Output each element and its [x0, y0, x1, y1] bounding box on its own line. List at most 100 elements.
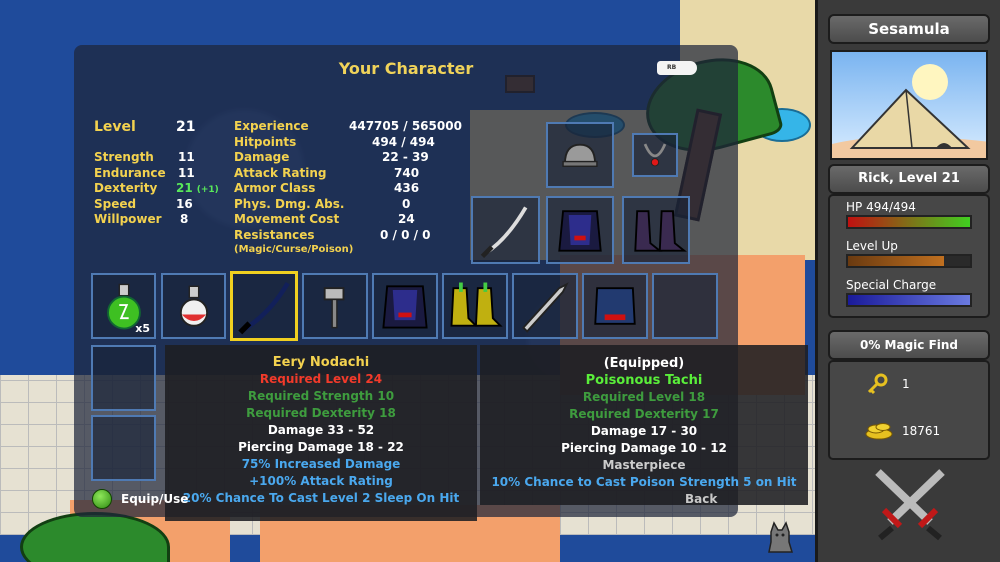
attr-label-endurance: Endurance: [94, 166, 166, 180]
level-up-label: Level Up: [846, 239, 898, 253]
tooltip-equipped-damage: Damage 17 - 30: [590, 424, 698, 438]
attr-value-speed: 16: [176, 197, 193, 211]
hp-label: HP 494/494: [846, 200, 916, 214]
key-icon: [866, 372, 890, 396]
sword-icon: [522, 282, 569, 333]
level-label: Level: [94, 119, 136, 135]
helmet-icon: [562, 143, 598, 167]
cat-icon: [766, 520, 794, 554]
stat-value-damage: 22 - 39: [382, 150, 429, 164]
tooltip-equipped-piercing: Piercing Damage 10 - 12: [561, 441, 727, 455]
resources-panel: [828, 360, 990, 460]
a-button-icon: [92, 489, 112, 509]
inventory-slot-6[interactable]: [442, 273, 508, 339]
stat-value-resistances: 0 / 0 / 0: [380, 228, 431, 242]
stat-label-damage: Damage: [234, 150, 290, 164]
stat-label-experience: Experience: [234, 119, 309, 133]
tachi-icon: [480, 206, 528, 259]
tooltip-req-str: Required Strength 10: [247, 389, 395, 403]
equip-slot-helmet[interactable]: [546, 122, 614, 188]
crossed-swords-icon: [870, 464, 950, 542]
attr-label-strength: Strength: [94, 150, 154, 164]
stat-label-movement-cost: Movement Cost: [234, 212, 340, 226]
boots-icon: [634, 210, 687, 252]
magic-find: 0% Magic Find: [828, 330, 990, 360]
inventory-slot-9[interactable]: [652, 273, 718, 339]
rb-button-icon: RB: [657, 61, 697, 75]
gold-boots-icon: [450, 282, 503, 327]
attr-label-speed: Speed: [94, 197, 137, 211]
special-charge-label: Special Charge: [846, 278, 937, 292]
level-up-bar: [846, 254, 972, 268]
inventory-slot-5[interactable]: [372, 273, 438, 339]
equip-use-hint[interactable]: Equip/Use: [121, 492, 188, 506]
attr-value-endurance: 11: [178, 166, 195, 180]
attr-value-willpower: 8: [180, 212, 189, 226]
stat-label-resistances: Resistances: [234, 228, 315, 242]
page-title: Your Character: [338, 59, 474, 78]
character-name-level: Rick, Level 21: [828, 164, 990, 194]
stat-label-armor-class: Armor Class: [234, 181, 316, 195]
equip-slot-armor[interactable]: [546, 196, 614, 264]
tooltip-piercing: Piercing Damage 18 - 22: [238, 440, 404, 454]
inventory-slot-10[interactable]: [91, 345, 156, 411]
special-charge-bar: [846, 293, 972, 307]
tooltip-req-dex: Required Dexterity 18: [246, 406, 396, 420]
stat-label-phys-abs: Phys. Dmg. Abs.: [234, 197, 345, 211]
attr-value-strength: 11: [178, 150, 195, 164]
red-potion-icon: [179, 285, 209, 327]
tooltip-equipped-req-level: Required Level 18: [582, 390, 706, 404]
stat-label-attack-rating: Attack Rating: [234, 166, 327, 180]
attr-label-willpower: Willpower: [94, 212, 162, 226]
equip-slot-weapon[interactable]: [471, 196, 540, 264]
resistances-sub-label: (Magic/Curse/Poison): [234, 244, 354, 255]
attr-value-dexterity: 21 (+1): [176, 181, 219, 195]
stat-value-armor-class: 436: [394, 181, 420, 195]
nodachi-icon: [238, 282, 290, 335]
tooltip-equipped-item: (Equipped) Poisonous Tachi Required Leve…: [480, 345, 808, 505]
tooltip-mod-3: 20% Chance To Cast Level 2 Sleep On Hit: [182, 491, 460, 505]
tooltip-equipped-req-dex: Required Dexterity 17: [569, 407, 719, 421]
tooltip-mod-2: +100% Attack Rating: [249, 474, 393, 488]
inventory-slot-2[interactable]: [161, 273, 226, 339]
hammer-icon: [323, 287, 345, 329]
tooltip-mod-1: 75% Increased Damage: [241, 457, 401, 471]
key-count: 1: [902, 377, 910, 391]
stat-value-movement-cost: 24: [398, 212, 415, 226]
inventory-slot-1[interactable]: x5: [91, 273, 156, 339]
pyramid-portrait-icon: [832, 64, 986, 158]
hp-bar: [846, 215, 972, 229]
potion-quantity: x5: [135, 322, 150, 335]
stat-value-phys-abs: 0: [402, 197, 411, 211]
stat-value-attack-rating: 740: [394, 166, 420, 180]
dark-armor-icon: [382, 285, 428, 329]
inventory-slot-4[interactable]: [302, 273, 368, 339]
equip-slot-amulet[interactable]: [632, 133, 678, 177]
tooltip-equipped-name: Poisonous Tachi: [585, 373, 703, 388]
gold-amount: 18761: [902, 424, 941, 438]
character-portrait: [830, 50, 988, 160]
inventory-slot-8[interactable]: [582, 273, 648, 339]
player-sidebar: Sesamula Rick, Level 21 HP 494/494 Level…: [815, 0, 1000, 562]
inventory-slot-3-selected[interactable]: [230, 271, 298, 341]
armor-icon: [558, 210, 602, 252]
tooltip-equipped-quality: Masterpiece: [602, 458, 686, 472]
dexterity-bonus: (+1): [196, 185, 219, 195]
inventory-slot-19[interactable]: [91, 415, 156, 481]
inventory-slot-7[interactable]: [512, 273, 578, 339]
tooltip-req-level: Required Level 24: [259, 372, 383, 386]
tooltip-item-name: Eery Nodachi: [272, 355, 370, 370]
stat-value-experience: 447705 / 565000: [349, 119, 462, 133]
attr-label-dexterity: Dexterity: [94, 181, 158, 195]
player-name: Sesamula: [828, 14, 990, 44]
stat-value-hitpoints: 494 / 494: [372, 135, 435, 149]
tooltip-equipped-mod-1: 10% Chance to Cast Poison Strength 5 on …: [491, 475, 797, 489]
tooltip-damage: Damage 33 - 52: [267, 423, 375, 437]
gold-coins-icon: [864, 420, 894, 440]
equip-slot-boots[interactable]: [622, 196, 690, 264]
amulet-icon: [643, 143, 667, 167]
level-value: 21: [176, 119, 196, 135]
tooltip-equipped-header: (Equipped): [603, 356, 685, 371]
stat-label-hitpoints: Hitpoints: [234, 135, 297, 149]
back-hint[interactable]: Back: [685, 492, 717, 506]
